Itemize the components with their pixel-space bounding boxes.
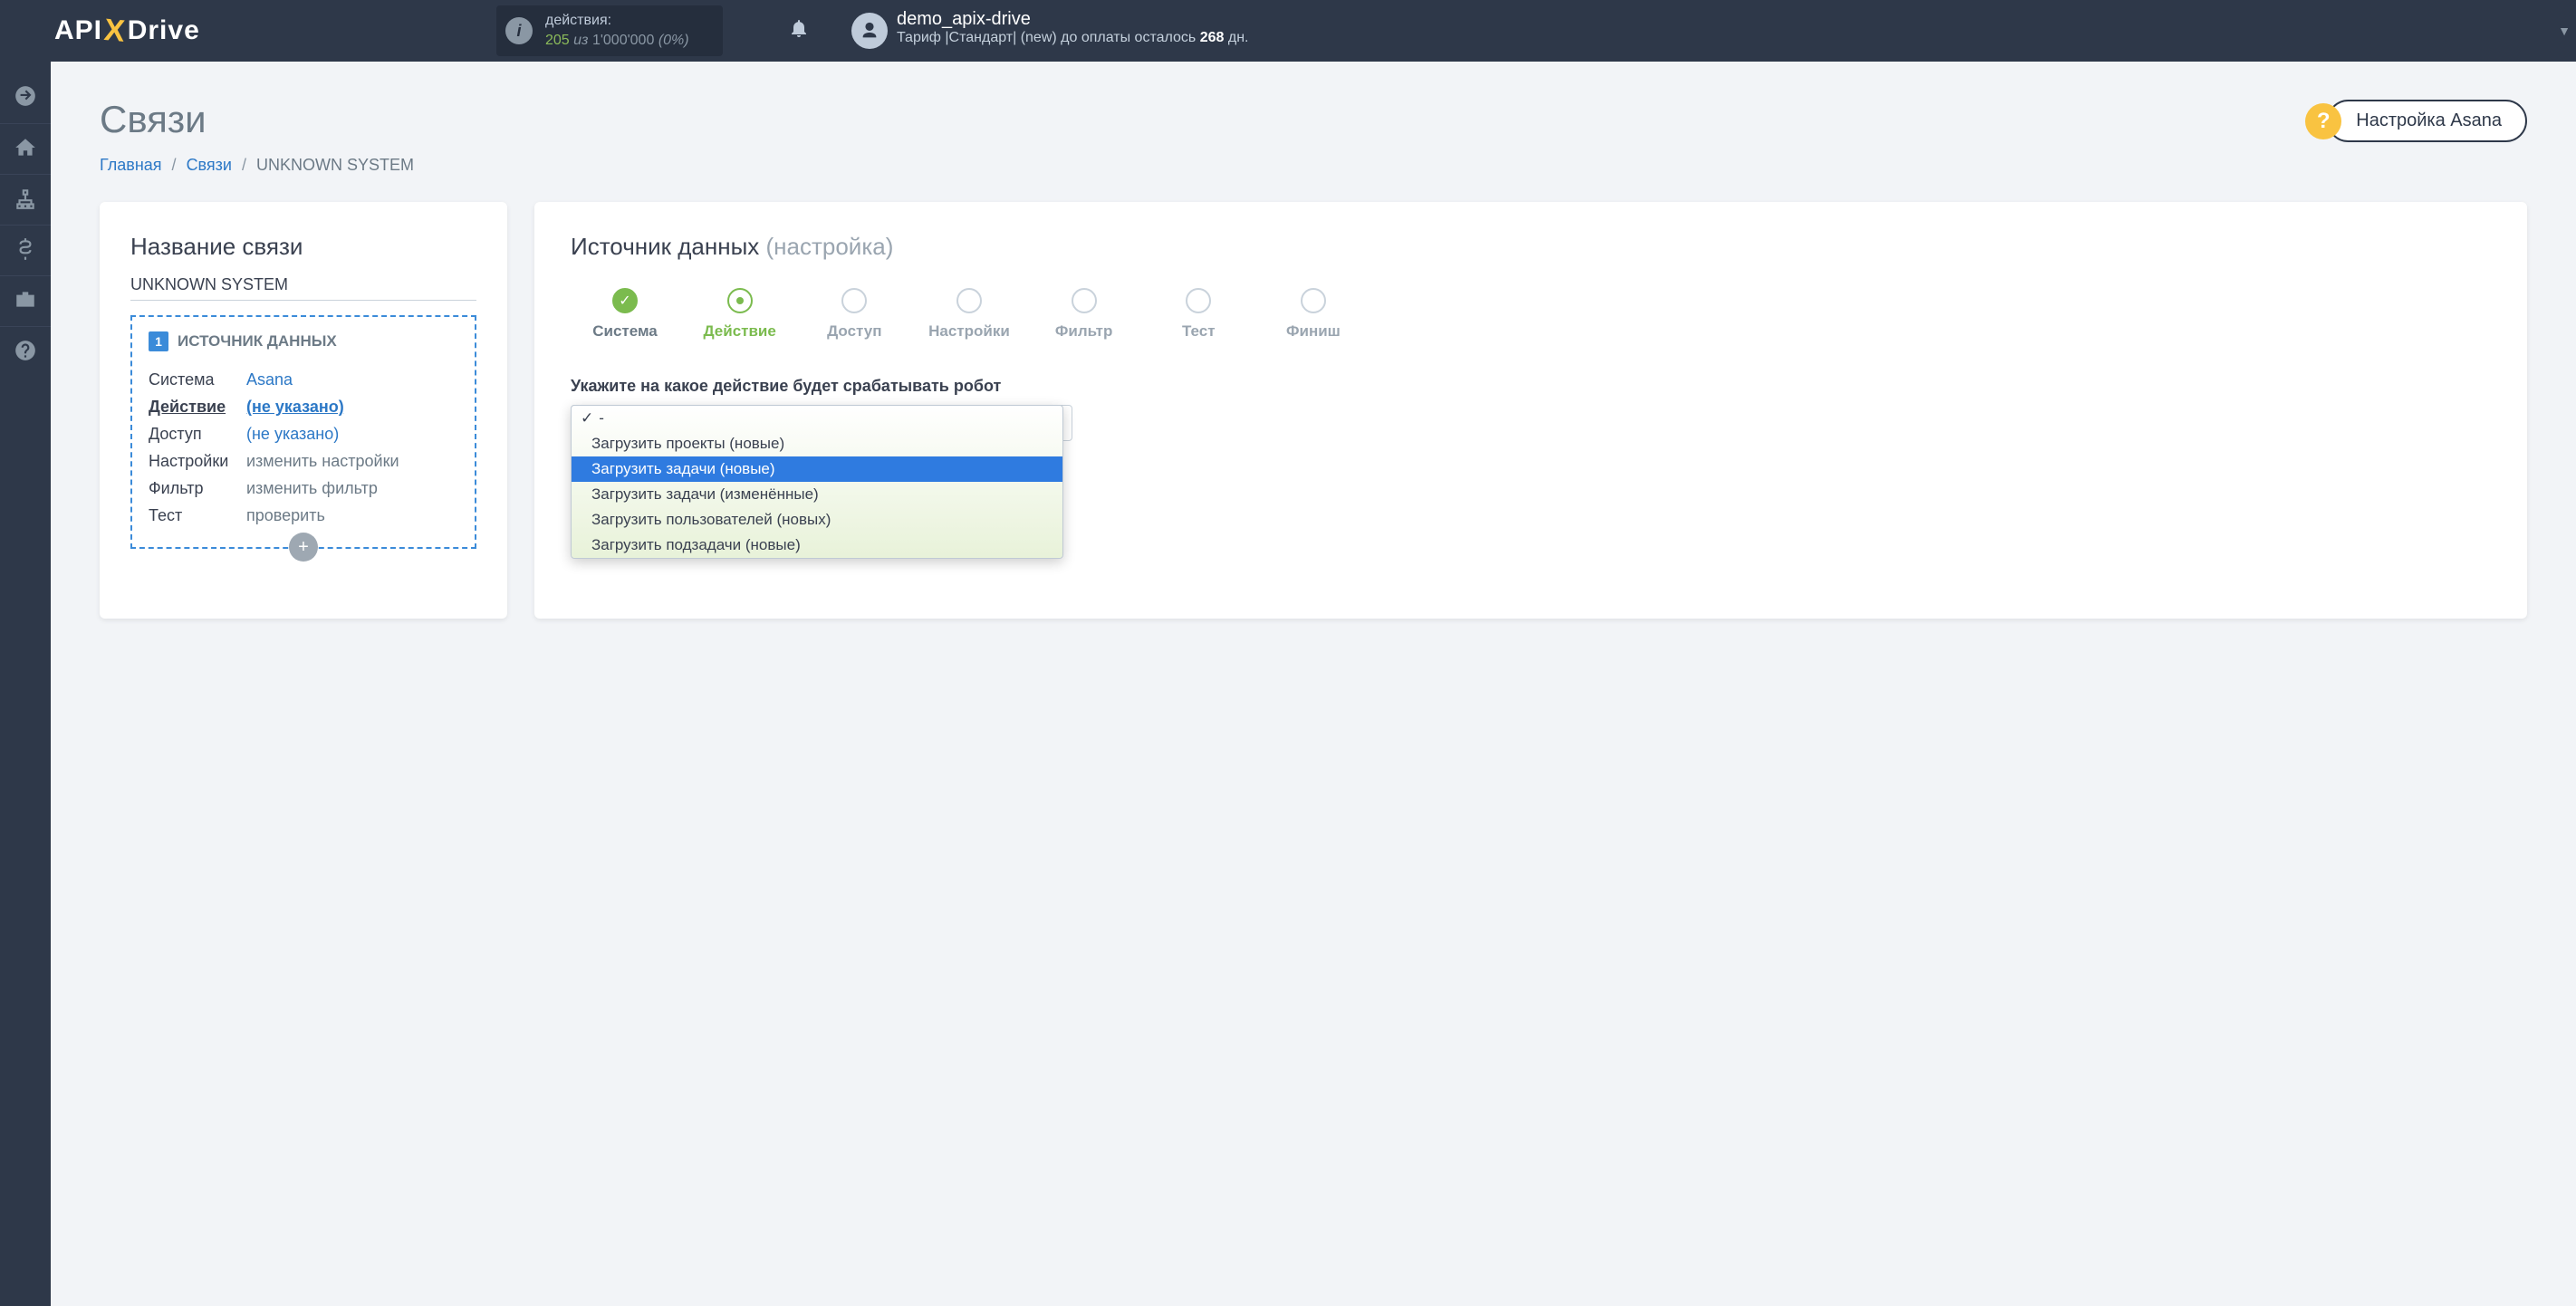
side-nav bbox=[0, 62, 51, 1306]
main-content: Связи Главная / Связи / UNKNOWN SYSTEM ?… bbox=[51, 62, 2576, 1306]
row-access[interactable]: Доступ(не указано) bbox=[149, 420, 458, 447]
left-heading: Название связи bbox=[130, 233, 476, 261]
usage-of: из bbox=[573, 33, 592, 48]
usage-lines: действия: 205 из 1'000'000 (0%) bbox=[545, 11, 689, 51]
source-title: ИСТОЧНИК ДАННЫХ bbox=[178, 332, 337, 351]
info-icon: i bbox=[505, 17, 533, 44]
tariff-line: Тариф |Стандарт| (new) до оплаты осталос… bbox=[897, 30, 1248, 46]
right-panel: Источник данных (настройка) ✓СистемаДейс… bbox=[534, 202, 2527, 619]
row-test[interactable]: Тестпроверить bbox=[149, 502, 458, 529]
avatar-icon[interactable] bbox=[851, 13, 888, 49]
step-тест[interactable]: Тест bbox=[1144, 288, 1253, 341]
source-header: 1 ИСТОЧНИК ДАННЫХ bbox=[149, 331, 458, 351]
row-system[interactable]: СистемаAsana bbox=[149, 366, 458, 393]
step-доступ[interactable]: Доступ bbox=[800, 288, 908, 341]
action-select[interactable]: - ▲▼ -Загрузить проекты (новые)Загрузить… bbox=[571, 405, 1072, 441]
crumb-links[interactable]: Связи bbox=[187, 156, 232, 174]
usage-used: 205 bbox=[545, 33, 570, 48]
help-button[interactable]: ? Настройка Asana bbox=[2305, 100, 2527, 142]
source-badge: 1 bbox=[149, 331, 168, 351]
usage-total: 1'000'000 bbox=[592, 33, 654, 48]
username: demo_apix-drive bbox=[897, 9, 1248, 30]
step-действие[interactable]: Действие bbox=[686, 288, 794, 341]
breadcrumb: Главная / Связи / UNKNOWN SYSTEM bbox=[100, 156, 2527, 175]
option-0[interactable]: - bbox=[572, 406, 1062, 431]
wizard-stepper: ✓СистемаДействиеДоступНастройкиФильтрТес… bbox=[571, 288, 1368, 341]
usage-pct: (0%) bbox=[658, 33, 689, 48]
user-block[interactable]: demo_apix-drive Тариф |Стандарт| (new) д… bbox=[897, 9, 1248, 46]
add-step-button[interactable]: + bbox=[289, 533, 318, 562]
nav-billing-icon[interactable] bbox=[0, 225, 51, 272]
row-action[interactable]: Действие(не указано) bbox=[149, 393, 458, 420]
option-1[interactable]: Загрузить проекты (новые) bbox=[572, 431, 1062, 456]
left-panel: Название связи UNKNOWN SYSTEM 1 ИСТОЧНИК… bbox=[100, 202, 507, 619]
source-box: 1 ИСТОЧНИК ДАННЫХ СистемаAsana Действие(… bbox=[130, 315, 476, 549]
usage-stats[interactable]: i действия: 205 из 1'000'000 (0%) bbox=[496, 5, 723, 56]
top-header: API X Drive i действия: 205 из 1'000'000… bbox=[0, 0, 2576, 62]
logo[interactable]: API X Drive bbox=[54, 14, 200, 49]
logo-text-2: Drive bbox=[128, 15, 200, 46]
help-label: Настройка Asana bbox=[2327, 100, 2527, 142]
usage-label: действия: bbox=[545, 11, 689, 31]
bell-icon[interactable] bbox=[788, 16, 810, 45]
step-финиш[interactable]: Финиш bbox=[1259, 288, 1368, 341]
crumb-home[interactable]: Главная bbox=[100, 156, 162, 174]
logo-x: X bbox=[102, 13, 127, 50]
page-title: Связи bbox=[100, 98, 2527, 141]
connection-name[interactable]: UNKNOWN SYSTEM bbox=[130, 275, 476, 301]
question-icon: ? bbox=[2305, 103, 2341, 139]
logo-text-1: API bbox=[54, 15, 102, 46]
nav-help-icon[interactable] bbox=[0, 326, 51, 373]
step-настройки[interactable]: Настройки bbox=[915, 288, 1024, 341]
chevron-down-icon[interactable]: ▼ bbox=[2558, 24, 2571, 38]
step-фильтр[interactable]: Фильтр bbox=[1030, 288, 1139, 341]
crumb-current: UNKNOWN SYSTEM bbox=[256, 156, 414, 174]
nav-forward-icon[interactable] bbox=[0, 72, 51, 120]
crumb-sep: / bbox=[172, 156, 177, 174]
row-filter[interactable]: Фильтризменить фильтр bbox=[149, 475, 458, 502]
nav-network-icon[interactable] bbox=[0, 174, 51, 221]
crumb-sep: / bbox=[242, 156, 246, 174]
nav-home-icon[interactable] bbox=[0, 123, 51, 170]
nav-briefcase-icon[interactable] bbox=[0, 275, 51, 322]
row-settings[interactable]: Настройкиизменить настройки bbox=[149, 447, 458, 475]
option-5[interactable]: Загрузить подзадачи (новые) bbox=[572, 533, 1062, 558]
select-label: Укажите на какое действие будет срабатыв… bbox=[571, 377, 2491, 396]
option-3[interactable]: Загрузить задачи (изменённые) bbox=[572, 482, 1062, 507]
select-dropdown: -Загрузить проекты (новые)Загрузить зада… bbox=[571, 405, 1063, 559]
option-2[interactable]: Загрузить задачи (новые) bbox=[572, 456, 1062, 482]
right-heading: Источник данных (настройка) bbox=[571, 233, 2491, 261]
option-4[interactable]: Загрузить пользователей (новых) bbox=[572, 507, 1062, 533]
step-система[interactable]: ✓Система bbox=[571, 288, 679, 341]
usage-values: 205 из 1'000'000 (0%) bbox=[545, 31, 689, 51]
